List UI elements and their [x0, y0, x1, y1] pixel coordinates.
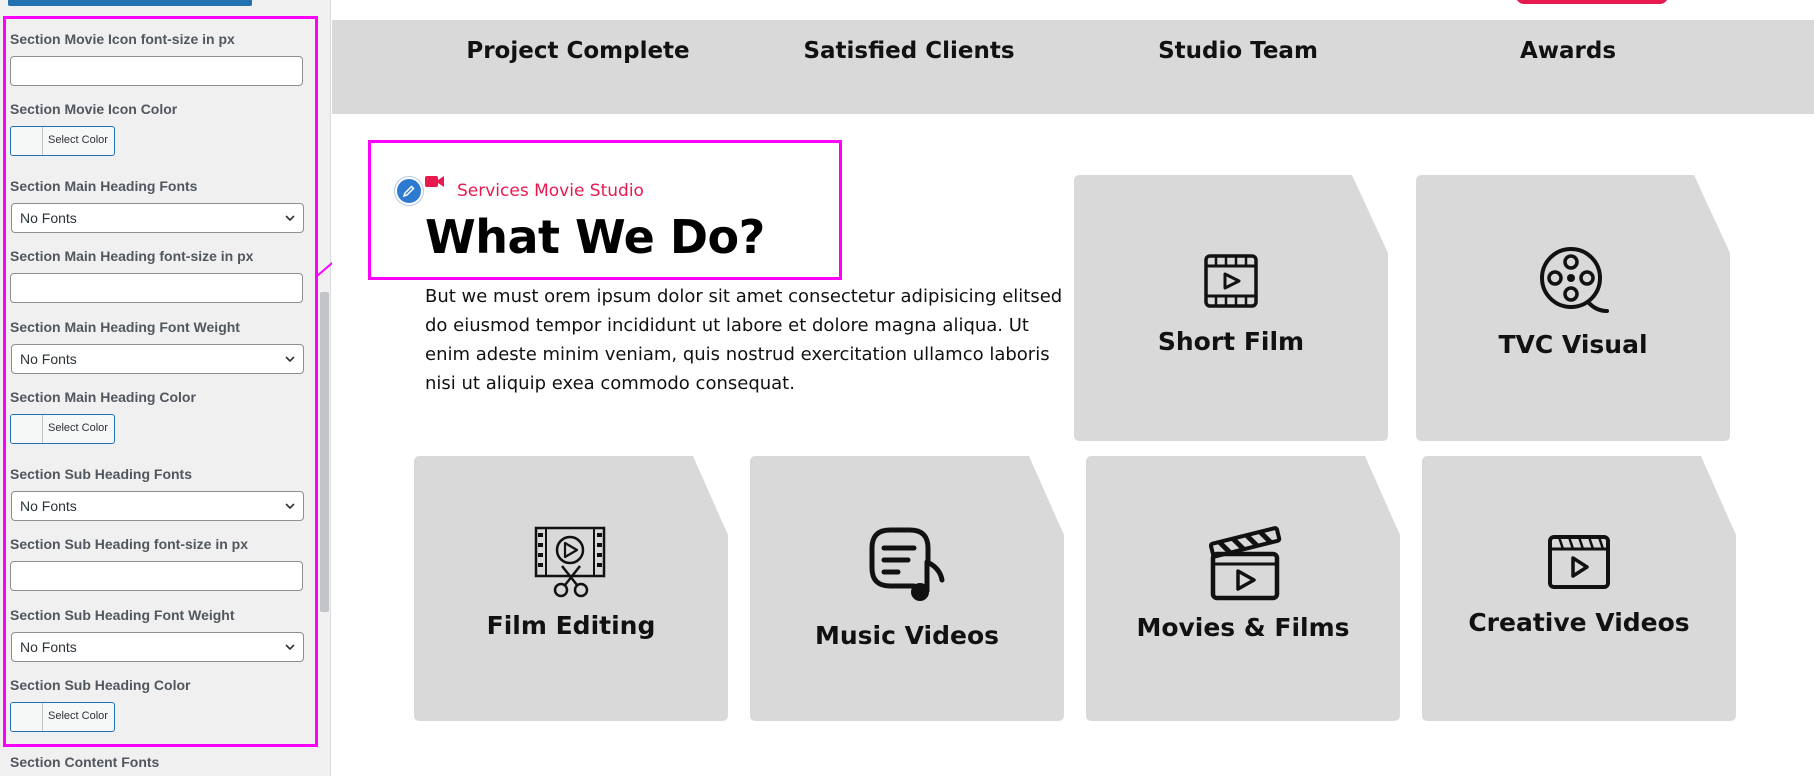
video-player-icon [1548, 535, 1610, 589]
select-color-label: Select Color [48, 710, 108, 722]
chevron-down-icon [285, 503, 295, 510]
clapperboard-icon [1208, 526, 1282, 601]
service-card-movies-films[interactable]: Movies & Films [1086, 456, 1400, 721]
sub-heading-weight-select[interactable]: No Fonts [11, 632, 304, 662]
service-card-music-videos[interactable]: Music Videos [750, 456, 1064, 721]
main-heading-fonts-select[interactable]: No Fonts [11, 203, 304, 233]
field-label-main-heading-size: Section Main Heading font-size in px [10, 248, 254, 264]
header-button[interactable] [1516, 0, 1668, 4]
customizer-panel: Section Movie Icon font-size in px Secti… [0, 0, 331, 776]
main-heading-size-input[interactable] [10, 273, 303, 303]
main-heading-color-button[interactable]: Select Color [10, 414, 115, 444]
sub-heading-color-button[interactable]: Select Color [10, 702, 115, 732]
section-content-text: But we must orem ipsum dolor sit amet co… [425, 286, 1063, 394]
card-title: Music Videos [814, 621, 1000, 650]
field-label-main-heading-fonts: Section Main Heading Fonts [10, 178, 198, 194]
stat-studio-team: Studio Team [1158, 38, 1318, 64]
select-value: No Fonts [20, 210, 77, 226]
movie-icon-size-input[interactable] [10, 56, 303, 86]
stat-awards: Awards [1519, 38, 1617, 64]
card-title: TVC Visual [1498, 330, 1648, 359]
stat-satisfied-clients: Satisfied Clients [803, 38, 1015, 64]
card-title: Film Editing [486, 611, 656, 640]
chevron-down-icon [285, 356, 295, 363]
card-title: Short Film [1157, 327, 1305, 356]
stat-project-complete: Project Complete [466, 38, 690, 64]
film-frame-play-icon [1204, 254, 1258, 308]
field-label-sub-heading-color: Section Sub Heading Color [10, 677, 191, 693]
select-color-label: Select Color [48, 134, 108, 146]
service-card-short-film[interactable]: Short Film [1074, 175, 1388, 441]
field-label-main-heading-color: Section Main Heading Color [10, 389, 196, 405]
field-label-sub-heading-weight: Section Sub Heading Font Weight [10, 607, 235, 623]
field-label-content-fonts: Section Content Fonts [10, 754, 160, 770]
field-label-main-heading-weight: Section Main Heading Font Weight [10, 319, 240, 335]
section-subheading: Services Movie Studio [457, 181, 644, 201]
color-swatch [11, 127, 43, 155]
section-main-heading: What We Do? [425, 210, 765, 264]
panel-scrollbar[interactable] [320, 292, 329, 612]
select-value: No Fonts [20, 351, 77, 367]
color-swatch [11, 703, 43, 731]
movie-icon-color-button[interactable]: Select Color [10, 126, 115, 156]
stats-band: Project Complete Satisfied Clients Studi… [332, 20, 1814, 114]
pencil-icon [402, 185, 415, 198]
main-heading-weight-select[interactable]: No Fonts [11, 344, 304, 374]
select-value: No Fonts [20, 639, 77, 655]
music-note-document-icon [869, 527, 945, 601]
chevron-down-icon [285, 215, 295, 222]
service-card-film-editing[interactable]: Film Editing [414, 456, 728, 721]
card-title: Creative Videos [1468, 608, 1690, 637]
field-label-movie-icon-size: Section Movie Icon font-size in px [10, 31, 235, 47]
select-color-label: Select Color [48, 422, 108, 434]
film-strip-scissors-icon [534, 526, 606, 598]
sub-heading-fonts-select[interactable]: No Fonts [11, 491, 304, 521]
edit-pencil-button[interactable] [395, 177, 423, 205]
movie-camera-icon [425, 176, 444, 187]
field-label-movie-icon-color: Section Movie Icon Color [10, 101, 178, 117]
card-title: Movies & Films [1136, 613, 1350, 642]
film-reel-icon [1540, 247, 1609, 313]
color-swatch [11, 415, 43, 443]
sub-heading-size-input[interactable] [10, 561, 303, 591]
select-value: No Fonts [20, 498, 77, 514]
panel-top-button[interactable] [8, 0, 252, 6]
service-card-creative-videos[interactable]: Creative Videos [1422, 456, 1736, 721]
field-label-sub-heading-fonts: Section Sub Heading Fonts [10, 466, 193, 482]
chevron-down-icon [285, 644, 295, 651]
field-label-sub-heading-size: Section Sub Heading font-size in px [10, 536, 249, 552]
service-card-tvc-visual[interactable]: TVC Visual [1416, 175, 1730, 441]
